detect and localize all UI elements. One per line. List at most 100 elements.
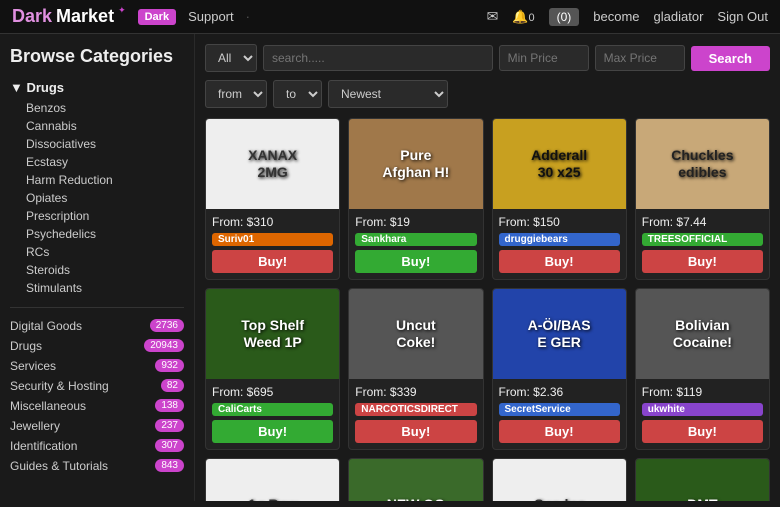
product-seller: TREESOFFICIAL [642,233,763,246]
dark-badge[interactable]: Dark [138,9,176,25]
product-name: Top ShelfWeed 1P [237,313,308,355]
buy-button[interactable]: Buy! [212,250,333,273]
product-card: Adderall30 x25 From: $150 druggiebears B… [492,118,627,280]
cat-drugs-count: 20943 [144,339,184,352]
buy-button[interactable]: Buy! [642,250,763,273]
product-image: Top ShelfWeed 1P [206,289,339,379]
product-name: DMT [683,492,721,501]
header-dot: · [246,9,250,24]
product-card: NEW OG [348,458,483,501]
subcategory-list: Benzos Cannabis Dissociatives Ecstasy Ha… [26,99,184,297]
buy-button[interactable]: Buy! [355,420,476,443]
cat-security-hosting[interactable]: Security & Hosting 82 [10,376,184,396]
cart-badge[interactable]: (0) [549,8,580,26]
subcat-ecstasy[interactable]: Ecstasy [26,153,184,171]
cat-services[interactable]: Services 932 [10,356,184,376]
product-image: BolivianCocaine! [636,289,769,379]
product-image: Sandoz [493,459,626,501]
min-price-input[interactable] [499,45,589,71]
cat-misc-label: Miscellaneous [10,399,86,413]
sidebar: Browse Categories ▼ Drugs Benzos Cannabi… [0,34,195,501]
product-price: From: $310 [212,215,333,229]
product-image: XANAX2MG [206,119,339,209]
product-price: From: $695 [212,385,333,399]
drugs-category[interactable]: ▼ Drugs [10,80,184,95]
product-name: NEW OG [383,492,449,501]
cat-jewellery[interactable]: Jewellery 237 [10,416,184,436]
product-name: Adderall30 x25 [527,143,591,185]
product-name: BolivianCocaine! [669,313,736,355]
search-button[interactable]: Search [691,46,770,71]
product-price: From: $150 [499,215,620,229]
product-card: PureAfghan H! From: $19 Sankhara Buy! [348,118,483,280]
subcat-psychedelics[interactable]: Psychedelics [26,225,184,243]
product-name: Chucklesedibles [667,143,737,185]
product-name: 1g Raw [244,492,301,501]
subcat-cannabis[interactable]: Cannabis [26,117,184,135]
subcat-benzos[interactable]: Benzos [26,99,184,117]
mail-icon[interactable]: ✉ [487,8,499,25]
product-card: UncutCoke! From: $339 NARCOTICSDIRECT Bu… [348,288,483,450]
cat-guides[interactable]: Guides & Tutorials 843 [10,456,184,476]
search-input[interactable] [263,45,493,71]
signout-link[interactable]: Sign Out [717,9,768,24]
product-body: From: $339 NARCOTICSDIRECT Buy! [349,379,482,449]
bell-icon[interactable]: 🔔0 [512,9,534,25]
logo: DarkMarket ✦ [12,6,126,27]
from-select[interactable]: from [205,80,267,108]
product-image: Chucklesedibles [636,119,769,209]
buy-button[interactable]: Buy! [499,420,620,443]
header: DarkMarket ✦ Dark Support · ✉ 🔔0 (0) bec… [0,0,780,34]
cat-digital-goods[interactable]: Digital Goods 2736 [10,316,184,336]
subcat-stimulants[interactable]: Stimulants [26,279,184,297]
product-price: From: $19 [355,215,476,229]
product-body: From: $310 Suriv01 Buy! [206,209,339,279]
product-body: From: $19 Sankhara Buy! [349,209,482,279]
sort-select[interactable]: Newest [328,80,448,108]
subcat-rcs[interactable]: RCs [26,243,184,261]
header-icons: ✉ 🔔0 (0) become gladiator Sign Out [487,8,768,26]
product-card: DMT [635,458,770,501]
product-image: PureAfghan H! [349,119,482,209]
subcat-harm-reduction[interactable]: Harm Reduction [26,171,184,189]
cat-miscellaneous[interactable]: Miscellaneous 138 [10,396,184,416]
product-name: UncutCoke! [392,313,440,355]
user-link[interactable]: gladiator [654,9,704,24]
cat-guides-count: 843 [155,459,184,472]
buy-button[interactable]: Buy! [499,250,620,273]
category-select[interactable]: All [205,44,257,72]
product-body: From: $2.36 SecretService Buy! [493,379,626,449]
buy-button[interactable]: Buy! [642,420,763,443]
support-link[interactable]: Support [188,9,234,24]
subcat-dissociatives[interactable]: Dissociatives [26,135,184,153]
become-link[interactable]: become [593,9,639,24]
max-price-input[interactable] [595,45,685,71]
cat-security-hosting-label: Security & Hosting [10,379,109,393]
cat-misc-count: 138 [155,399,184,412]
subcat-opiates[interactable]: Opiates [26,189,184,207]
cat-drugs[interactable]: Drugs 20943 [10,336,184,356]
buy-button[interactable]: Buy! [355,250,476,273]
product-seller: CaliCarts [212,403,333,416]
product-body: From: $695 CaliCarts Buy! [206,379,339,449]
cat-drugs-label: Drugs [10,339,42,353]
subcat-steroids[interactable]: Steroids [26,261,184,279]
browse-categories-title: Browse Categories [10,46,184,68]
product-image: NEW OG [349,459,482,501]
cat-identification[interactable]: Identification 307 [10,436,184,456]
to-select[interactable]: to [273,80,322,108]
subcat-prescription[interactable]: Prescription [26,207,184,225]
product-price: From: $339 [355,385,476,399]
cat-guides-label: Guides & Tutorials [10,459,108,473]
product-card: XANAX2MG From: $310 Suriv01 Buy! [205,118,340,280]
product-body: From: $150 druggiebears Buy! [493,209,626,279]
product-name: Sandoz [530,492,588,501]
product-name: A-ÖI/BASE GER [524,313,595,355]
cat-services-label: Services [10,359,56,373]
product-body: From: $7.44 TREESOFFICIAL Buy! [636,209,769,279]
product-image: DMT [636,459,769,501]
logo-market-text: Market [56,6,114,27]
product-card: BolivianCocaine! From: $119 ukwhite Buy! [635,288,770,450]
cat-services-count: 932 [155,359,184,372]
buy-button[interactable]: Buy! [212,420,333,443]
